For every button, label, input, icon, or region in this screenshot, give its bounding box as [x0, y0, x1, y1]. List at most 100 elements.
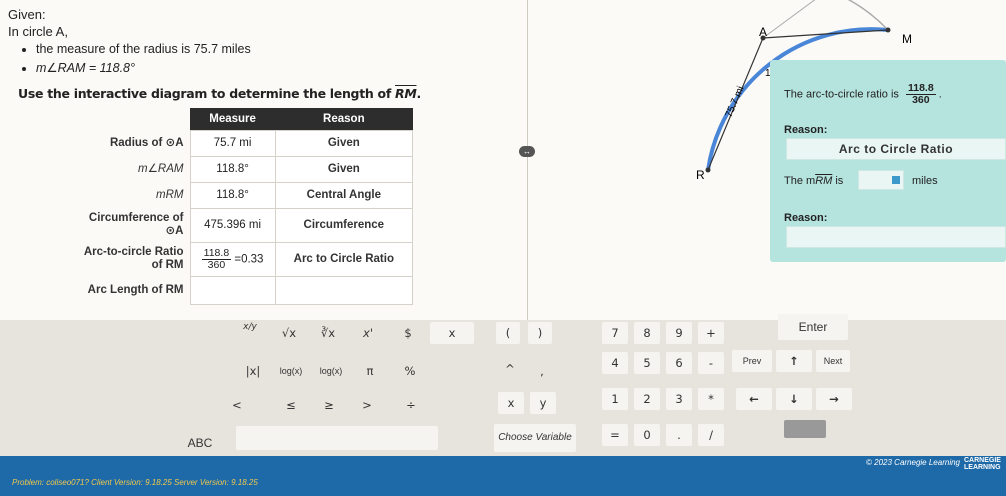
row-reason: Arc to Circle Ratio	[274, 241, 414, 277]
right-arrow-icon[interactable]: →	[816, 388, 852, 410]
given-angle: m∠RAM = 118.8°	[36, 59, 251, 78]
next-button[interactable]: Next	[816, 350, 850, 372]
ratio-text: The arc-to-circle ratio is 118.8 360 .	[784, 82, 942, 106]
row-reason: Given	[274, 129, 414, 157]
key-slash[interactable]: /	[698, 424, 724, 446]
key-pi[interactable]: π	[360, 360, 380, 382]
key-abs[interactable]: |x|	[240, 360, 266, 382]
key-cbrt[interactable]: ∛x	[314, 322, 342, 344]
panel-ratio-fraction: 118.8 360	[905, 82, 936, 106]
up-arrow-icon[interactable]: ↑	[776, 350, 812, 372]
key-decimal[interactable]: .	[666, 424, 692, 446]
key-plus[interactable]: +	[698, 322, 724, 344]
row-reason: Circumference	[274, 207, 414, 243]
label-r: R	[696, 168, 705, 182]
key-6[interactable]: 6	[666, 352, 692, 374]
key-percent[interactable]: %	[398, 360, 422, 382]
length-input[interactable]	[858, 170, 904, 190]
reason2-field[interactable]	[786, 226, 1006, 248]
row-measure: 75.7 mi	[189, 129, 276, 157]
key-4[interactable]: 4	[602, 352, 628, 374]
key-less[interactable]: <	[226, 394, 248, 416]
keyboard-toggle-icon[interactable]	[784, 420, 826, 438]
length-text: The mRM is	[784, 175, 844, 187]
row-reason-empty[interactable]	[274, 275, 414, 305]
measure-table: Measure Reason Radius of ⊙A 75.7 mi Give…	[76, 108, 414, 305]
enter-button[interactable]: Enter	[778, 314, 848, 340]
row-label: m∠RAM	[138, 162, 184, 175]
abc-button[interactable]: ABC	[180, 432, 220, 454]
key-backspace[interactable]: x	[430, 322, 474, 344]
key-greater[interactable]: >	[356, 394, 378, 416]
point-r-dot[interactable]	[705, 167, 711, 173]
label-m: M	[902, 32, 912, 46]
row-label: mRM	[156, 188, 184, 201]
down-arrow-icon[interactable]: ↓	[776, 388, 812, 410]
problem-area: Given: In circle A, the measure of the r…	[0, 0, 1006, 320]
copyright-text: © 2023 Carnegie Learning	[866, 458, 960, 467]
row-measure: 475.396 mi	[189, 207, 276, 243]
key-2[interactable]: 2	[634, 388, 660, 410]
given-list: the measure of the radius is 75.7 miles …	[30, 40, 251, 78]
length-unit: miles	[912, 175, 938, 187]
key-0[interactable]: 0	[634, 424, 660, 446]
key-comma[interactable]: ,	[530, 360, 554, 382]
version-text: Problem: coliseo071? Client Version: 9.1…	[12, 478, 258, 487]
key-3[interactable]: 3	[666, 388, 692, 410]
row-measure: 118.8 360 =0.33	[189, 241, 276, 277]
choose-variable-button[interactable]: Choose Variable	[494, 424, 576, 452]
key-9[interactable]: 9	[666, 322, 692, 344]
math-keypad: x/y √x ∛x x' $ x ( ) 7 8 9 + Enter |x| l…	[0, 314, 1006, 456]
key-y-var[interactable]: y	[530, 392, 556, 414]
key-sqrt[interactable]: √x	[276, 322, 302, 344]
key-8[interactable]: 8	[634, 322, 660, 344]
key-7[interactable]: 7	[602, 322, 628, 344]
key-x-var[interactable]: x	[498, 392, 524, 414]
key-prime[interactable]: x'	[356, 322, 380, 344]
table-row: Arc Length of RM	[76, 275, 414, 305]
key-caret[interactable]: ^	[498, 358, 522, 380]
key-less-equal[interactable]: ≤	[280, 394, 302, 416]
dropdown-icon[interactable]	[892, 176, 900, 184]
header-measure: Measure	[190, 108, 276, 130]
answer-panel: The arc-to-circle ratio is 118.8 360 . Re…	[770, 60, 1006, 262]
reason2-label: Reason:	[784, 212, 828, 224]
row-reason: Given	[274, 155, 414, 183]
prev-button[interactable]: Prev	[732, 350, 772, 372]
key-equals[interactable]: =	[602, 424, 628, 446]
key-dollar[interactable]: $	[396, 322, 420, 344]
label-a: A	[759, 25, 767, 39]
reason1-field[interactable]: Arc to Circle Ratio	[786, 138, 1006, 160]
key-close-paren[interactable]: )	[528, 322, 552, 344]
point-m-dot[interactable]	[885, 27, 891, 33]
row-measure-empty[interactable]	[189, 275, 276, 305]
key-multiply[interactable]: *	[698, 388, 724, 410]
table-row: Radius of ⊙A 75.7 mi Given	[76, 129, 414, 157]
table-row: mRM 118.8° Central Angle	[76, 181, 414, 209]
key-1[interactable]: 1	[602, 388, 628, 410]
given-radius: the measure of the radius is 75.7 miles	[36, 40, 251, 59]
carnegie-logo: CARNEGIE LEARNING	[964, 457, 1001, 471]
key-greater-equal[interactable]: ≥	[318, 394, 340, 416]
key-5[interactable]: 5	[634, 352, 660, 374]
row-reason: Central Angle	[274, 181, 414, 209]
table-row: Arc-to-circle Ratio of RM 118.8 360 =0.33 …	[76, 241, 414, 277]
row-label: Arc-to-circle Ratio of RM	[83, 246, 184, 271]
key-open-paren[interactable]: (	[496, 322, 520, 344]
given-circle: In circle A,	[8, 24, 68, 39]
radius-top	[762, 0, 816, 39]
text-entry-field[interactable]	[236, 426, 438, 450]
row-measure: 118.8°	[189, 155, 276, 183]
key-log[interactable]: log(x)	[276, 360, 306, 382]
given-heading: Given:	[8, 7, 46, 22]
key-log-base[interactable]: log(x)	[316, 360, 346, 382]
key-divide[interactable]: ÷	[400, 394, 422, 416]
reason1-label: Reason:	[784, 124, 828, 136]
instruction: Use the interactive diagram to determine…	[18, 86, 421, 101]
key-fraction[interactable]: x/y	[236, 320, 264, 346]
left-arrow-icon[interactable]: ←	[736, 388, 772, 410]
circle-outline	[847, 0, 889, 31]
table-row: m∠RAM 118.8° Given	[76, 155, 414, 183]
key-minus[interactable]: -	[698, 352, 724, 374]
row-label: Radius of ⊙A	[109, 136, 184, 149]
